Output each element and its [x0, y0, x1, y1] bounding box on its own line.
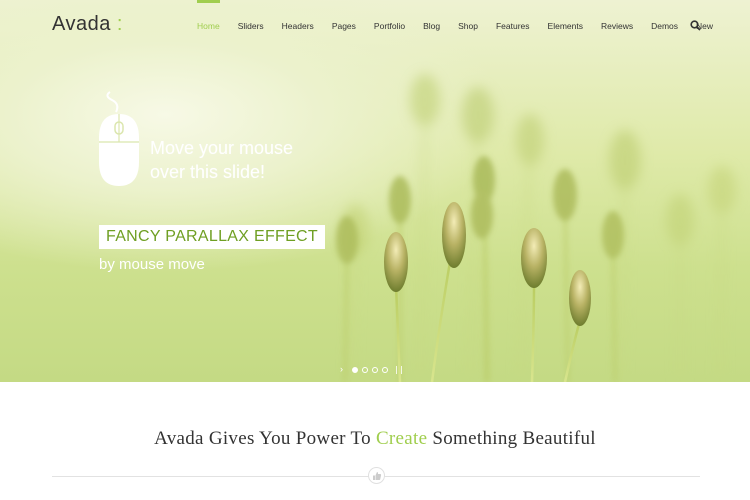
thumbs-up-icon: [368, 467, 385, 484]
slider-dot-1[interactable]: [352, 366, 358, 373]
search-icon[interactable]: [690, 20, 701, 31]
nav-item-elements[interactable]: Elements: [539, 0, 592, 52]
nav-item-sliders[interactable]: Sliders: [229, 0, 273, 52]
nav-item-reviews[interactable]: Reviews: [592, 0, 642, 52]
chevron-right-icon[interactable]: ›: [340, 365, 348, 374]
section-heading-highlight: Create: [375, 428, 428, 449]
slide-subtext: by mouse move: [99, 256, 205, 273]
main-navigation: Home Sliders Headers Pages Portfolio Blo…: [188, 0, 722, 52]
slider-dot-2[interactable]: [362, 366, 368, 373]
hero-background-image: [336, 74, 736, 382]
site-header: Avada : Home Sliders Headers Pages Portf…: [0, 0, 750, 52]
nav-item-headers[interactable]: Headers: [273, 0, 323, 52]
logo-accent: :: [116, 13, 123, 35]
section-heading-pre: Avada Gives You Power To: [154, 428, 376, 449]
pause-icon[interactable]: [396, 365, 402, 374]
slider-dot-3[interactable]: [372, 366, 378, 373]
nav-item-pages[interactable]: Pages: [323, 0, 365, 52]
nav-item-features[interactable]: Features: [487, 0, 539, 52]
nav-item-demos[interactable]: Demos: [642, 0, 687, 52]
section-heading-post: Something Beautiful: [427, 428, 596, 449]
nav-item-portfolio[interactable]: Portfolio: [365, 0, 414, 52]
fancy-parallax-label: FANCY PARALLAX EFFECT: [99, 225, 325, 249]
nav-item-blog[interactable]: Blog: [414, 0, 449, 52]
logo-text: Avada: [52, 13, 111, 35]
slider-pagination: ›: [340, 365, 402, 374]
hero-slider: Move your mouse over this slide! FANCY P…: [0, 0, 750, 382]
site-logo[interactable]: Avada :: [52, 13, 123, 36]
slide-headline-line1: Move your mouse: [150, 138, 294, 158]
nav-item-shop[interactable]: Shop: [449, 0, 487, 52]
slider-dot-4[interactable]: [382, 366, 388, 373]
nav-item-home[interactable]: Home: [188, 0, 229, 52]
slide-headline-line2: over this slide!: [150, 162, 266, 182]
mouse-icon: [99, 91, 139, 186]
section-heading: Avada Gives You Power To Create Somethin…: [0, 428, 750, 450]
slide-headline: Move your mouse over this slide!: [150, 136, 293, 184]
